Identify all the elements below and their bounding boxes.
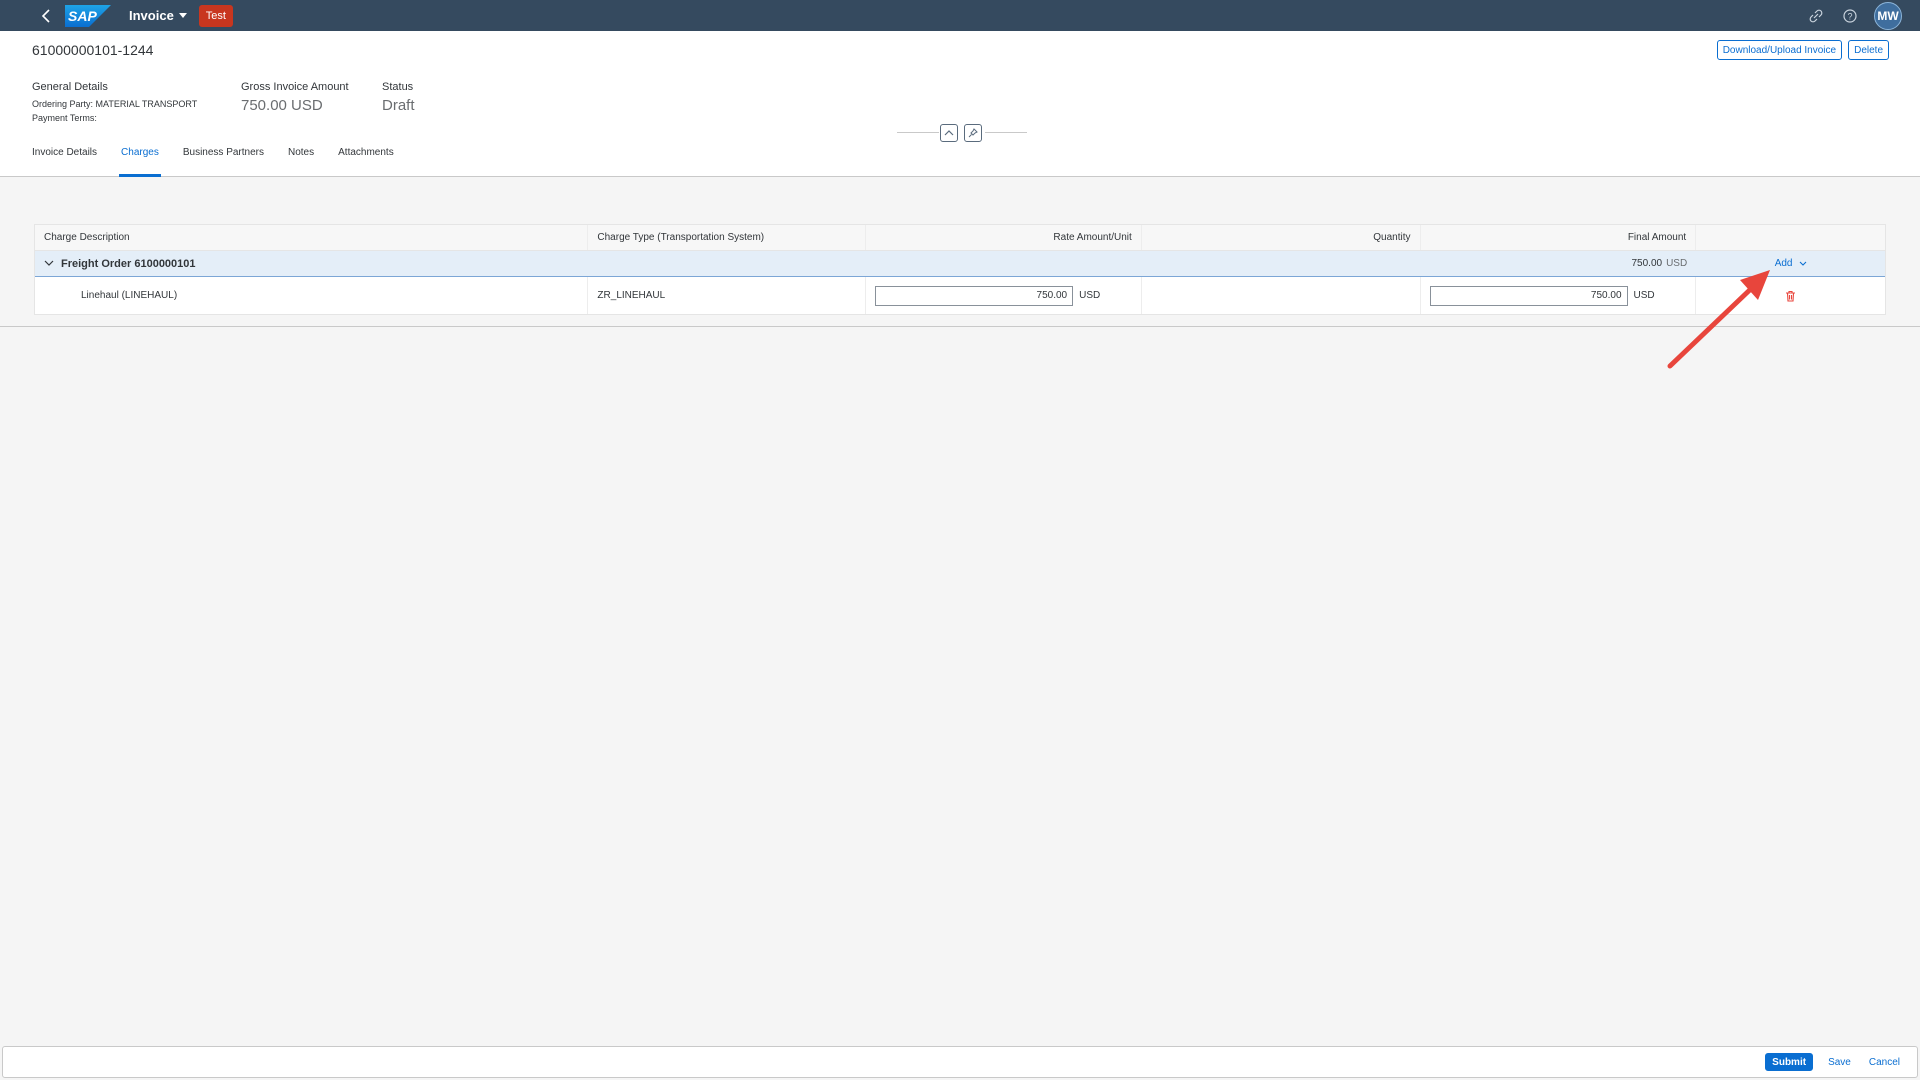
- column-header-final-amount: Final Amount: [1421, 225, 1697, 250]
- save-button[interactable]: Save: [1825, 1053, 1854, 1071]
- object-page-header: 61000000101-1244 Download/Upload Invoice…: [0, 31, 1920, 177]
- rate-amount-cell: 750.00 USD: [866, 277, 1142, 314]
- group-title-cell: Freight Order 6100000101: [35, 251, 588, 276]
- collapse-header-button[interactable]: [940, 124, 958, 142]
- column-header-charge-description: Charge Description: [35, 225, 589, 250]
- link-icon[interactable]: [1806, 6, 1826, 26]
- charge-description: Linehaul (LINEHAUL): [35, 277, 589, 314]
- header-collapse-control: [897, 123, 1027, 143]
- group-row-freight-order[interactable]: Freight Order 6100000101 750.00 USD Add: [35, 251, 1885, 277]
- back-icon[interactable]: [35, 5, 57, 27]
- svg-text:?: ?: [1847, 11, 1852, 21]
- gross-amount-value: 750.00 USD: [241, 97, 323, 114]
- final-amount-cell: 750.00 USD: [1421, 277, 1697, 314]
- add-charge-button[interactable]: Add: [1775, 258, 1807, 269]
- add-charge-label: Add: [1774, 258, 1793, 269]
- chevron-down-icon: [1799, 261, 1806, 266]
- delete-button[interactable]: Delete: [1848, 40, 1889, 60]
- gross-invoice-amount: Gross Invoice Amount 750.00 USD: [241, 81, 349, 114]
- table-row: Linehaul (LINEHAUL) ZR_LINEHAUL 750.00 U…: [35, 277, 1885, 314]
- app-title: Invoice: [129, 8, 174, 23]
- sap-logo[interactable]: SAP: [65, 4, 111, 27]
- chevron-down-icon[interactable]: [44, 258, 54, 270]
- final-amount-currency: USD: [1633, 290, 1655, 301]
- general-details: General Details Ordering Party: MATERIAL…: [32, 81, 197, 125]
- ordering-party: Ordering Party: MATERIAL TRANSPORT: [32, 99, 198, 109]
- final-amount-input[interactable]: 750.00: [1429, 285, 1628, 306]
- row-actions-cell: [1696, 277, 1885, 314]
- shell-bar: SAP Invoice Test ? MW: [0, 0, 1920, 31]
- group-title: Freight Order 6100000101: [61, 257, 196, 270]
- download-upload-invoice-button[interactable]: Download/Upload Invoice: [1716, 40, 1843, 60]
- group-final-currency: USD: [1666, 258, 1688, 269]
- charge-type: ZR_LINEHAUL: [588, 277, 867, 314]
- footer-toolbar: Submit Save Cancel: [2, 1046, 1918, 1078]
- tab-business-partners[interactable]: Business Partners: [183, 145, 264, 177]
- rate-amount-input[interactable]: 750.00: [875, 285, 1074, 306]
- tab-invoice-details[interactable]: Invoice Details: [32, 145, 97, 177]
- table-header-row: Charge Description Charge Type (Transpor…: [35, 225, 1885, 251]
- tab-charges[interactable]: Charges: [119, 145, 161, 177]
- group-actions-cell: Add: [1696, 251, 1885, 276]
- charges-table: Charge Description Charge Type (Transpor…: [34, 224, 1886, 315]
- column-header-rate-amount: Rate Amount/Unit: [866, 225, 1142, 250]
- avatar[interactable]: MW: [1874, 1, 1902, 30]
- column-header-actions: [1696, 225, 1885, 250]
- rate-currency: USD: [1079, 290, 1101, 301]
- chevron-down-icon: [178, 13, 187, 18]
- status-label: Status: [382, 81, 414, 93]
- app-title-menu[interactable]: Invoice: [129, 8, 187, 23]
- column-header-charge-type: Charge Type (Transportation System): [588, 225, 867, 250]
- column-header-quantity: Quantity: [1142, 225, 1421, 250]
- status-value: Draft: [382, 97, 415, 114]
- help-icon[interactable]: ?: [1840, 6, 1860, 26]
- submit-button[interactable]: Submit: [1765, 1053, 1814, 1071]
- tab-notes[interactable]: Notes: [288, 145, 314, 177]
- payment-terms: Payment Terms:: [32, 113, 97, 123]
- charges-section: Charge Description Charge Type (Transpor…: [0, 178, 1920, 327]
- page-title: 61000000101-1244: [32, 42, 154, 58]
- cancel-button[interactable]: Cancel: [1866, 1053, 1903, 1071]
- group-final-amount-cell: 750.00 USD: [1421, 251, 1697, 276]
- status: Status Draft: [382, 81, 415, 114]
- environment-badge: Test: [198, 4, 233, 27]
- sap-logo-text: SAP: [68, 7, 97, 24]
- gross-amount-label: Gross Invoice Amount: [241, 81, 349, 93]
- tab-bar: Invoice Details Charges Business Partner…: [32, 145, 394, 177]
- group-final-amount: 750.00: [1631, 258, 1663, 269]
- pin-header-button[interactable]: [964, 124, 982, 142]
- general-details-label: General Details: [32, 81, 108, 93]
- delete-icon[interactable]: [1785, 290, 1796, 302]
- tab-attachments[interactable]: Attachments: [338, 145, 394, 177]
- quantity-cell: [1142, 277, 1421, 314]
